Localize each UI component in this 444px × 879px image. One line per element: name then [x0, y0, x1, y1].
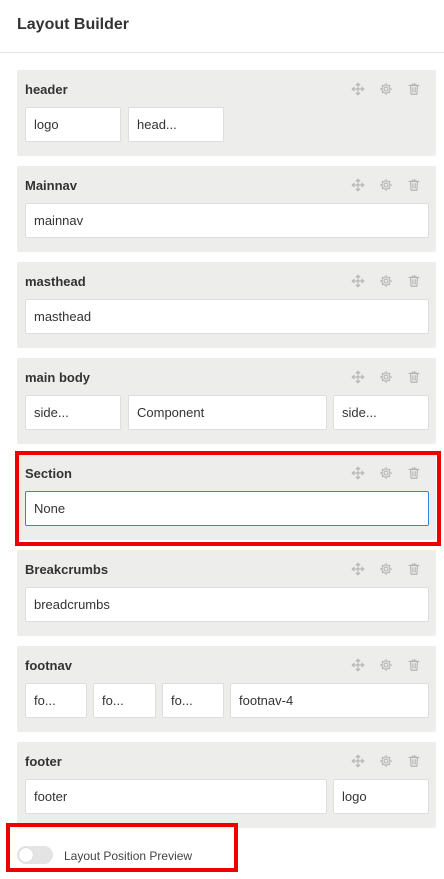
- row-title: Breakcrumbs: [25, 562, 109, 577]
- layout-column[interactable]: breadcrumbs: [25, 587, 429, 622]
- gear-icon[interactable]: [378, 177, 394, 193]
- layout-column[interactable]: None: [25, 491, 429, 526]
- layout-column[interactable]: mainnav: [25, 203, 429, 238]
- move-icon[interactable]: [350, 273, 366, 289]
- layout-row-7: footnav fo... fo... fo... footnav-4: [17, 646, 436, 732]
- layout-row-3: masthead masthead: [17, 262, 436, 348]
- gear-icon[interactable]: [378, 369, 394, 385]
- row-title: footnav: [25, 658, 72, 673]
- layout-column[interactable]: masthead: [25, 299, 429, 334]
- layout-preview-label: Layout Position Preview: [64, 849, 193, 863]
- layout-row-1: header logo head...: [17, 70, 436, 156]
- layout-row-2: Mainnav mainnav: [17, 166, 436, 252]
- gear-icon[interactable]: [378, 81, 394, 97]
- layout-row-6: Breakcrumbs breadcrumbs: [17, 550, 436, 636]
- row-title: header: [25, 82, 68, 97]
- row-title: footer: [25, 754, 62, 769]
- layout-column[interactable]: fo...: [93, 683, 156, 718]
- layout-column[interactable]: logo: [333, 779, 429, 814]
- gear-icon[interactable]: [378, 273, 394, 289]
- trash-icon[interactable]: [406, 177, 422, 193]
- layout-row-5: Section None: [17, 454, 436, 540]
- trash-icon[interactable]: [406, 465, 422, 481]
- row-title: main body: [25, 370, 91, 385]
- row-title: masthead: [25, 274, 86, 289]
- move-icon[interactable]: [350, 657, 366, 673]
- row-title: Section: [25, 466, 72, 481]
- toggle-knob: [19, 848, 33, 862]
- move-icon[interactable]: [350, 369, 366, 385]
- move-icon[interactable]: [350, 753, 366, 769]
- gear-icon[interactable]: [378, 753, 394, 769]
- layout-column[interactable]: footer: [25, 779, 327, 814]
- move-icon[interactable]: [350, 81, 366, 97]
- layout-column[interactable]: fo...: [25, 683, 87, 718]
- layout-column[interactable]: fo...: [162, 683, 224, 718]
- gear-icon[interactable]: [378, 465, 394, 481]
- layout-column[interactable]: side...: [333, 395, 429, 430]
- move-icon[interactable]: [350, 177, 366, 193]
- layout-row-8: footer footer logo: [17, 742, 436, 828]
- panel-header: Layout Builder: [0, 0, 444, 53]
- trash-icon[interactable]: [406, 273, 422, 289]
- layout-column[interactable]: logo: [25, 107, 121, 142]
- layout-column[interactable]: head...: [128, 107, 224, 142]
- layout-preview-toggle[interactable]: [17, 846, 53, 864]
- layout-column[interactable]: footnav-4: [230, 683, 429, 718]
- trash-icon[interactable]: [406, 561, 422, 577]
- move-icon[interactable]: [350, 561, 366, 577]
- gear-icon[interactable]: [378, 657, 394, 673]
- layout-row-4: main body side... Component side...: [17, 358, 436, 444]
- layout-column[interactable]: side...: [25, 395, 121, 430]
- row-title: Mainnav: [25, 178, 78, 193]
- trash-icon[interactable]: [406, 369, 422, 385]
- gear-icon[interactable]: [378, 561, 394, 577]
- panel-title: Layout Builder: [17, 16, 130, 33]
- move-icon[interactable]: [350, 465, 366, 481]
- trash-icon[interactable]: [406, 657, 422, 673]
- trash-icon[interactable]: [406, 753, 422, 769]
- layout-column[interactable]: Component: [128, 395, 327, 430]
- trash-icon[interactable]: [406, 81, 422, 97]
